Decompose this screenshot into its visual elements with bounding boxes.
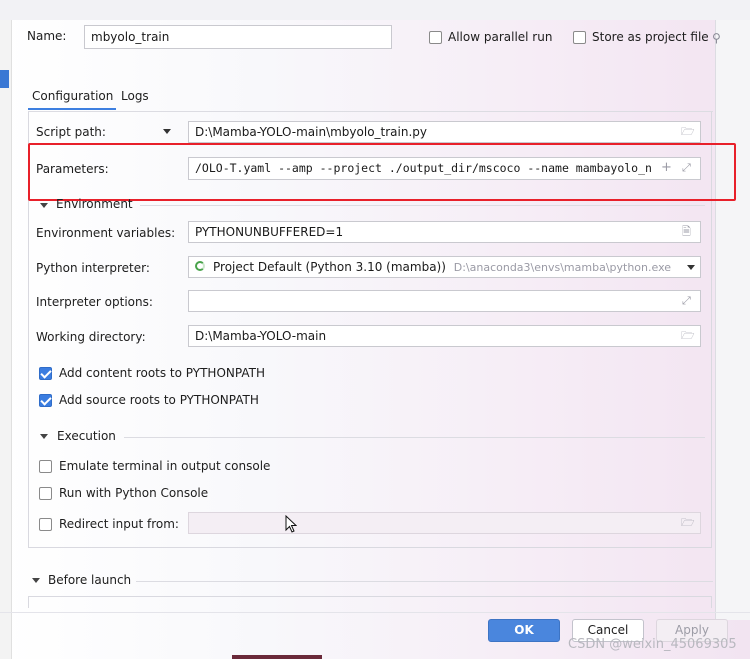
add-source-roots-label: Add source roots to PYTHONPATH xyxy=(59,393,259,407)
tab-logs[interactable]: Logs xyxy=(121,89,149,103)
selected-config-marker xyxy=(0,70,9,88)
add-content-roots-checkbox[interactable] xyxy=(39,367,52,380)
environment-variables-value: PYTHONUNBUFFERED=1 xyxy=(195,225,344,239)
execution-collapse-icon[interactable] xyxy=(40,434,48,439)
interpreter-options-label: Interpreter options: xyxy=(36,295,153,309)
footer-divider xyxy=(0,612,750,613)
environment-collapse-icon[interactable] xyxy=(40,203,48,208)
name-input[interactable]: mbyolo_train xyxy=(84,25,392,49)
store-as-project-file-checkbox[interactable] xyxy=(573,31,586,44)
store-as-project-file-label: Store as project file xyxy=(592,30,709,44)
before-launch-divider xyxy=(136,581,713,582)
search-icon[interactable]: ⚲ xyxy=(712,32,721,44)
folder-icon[interactable]: 🗁 xyxy=(681,517,695,529)
allow-parallel-run-checkbox[interactable] xyxy=(429,31,442,44)
watermark-text: CSDN @weixin_45069305 xyxy=(568,637,737,652)
run-with-python-console-label: Run with Python Console xyxy=(59,486,209,500)
script-path-type-dropdown-icon[interactable] xyxy=(163,129,171,134)
python-interpreter-label: Python interpreter: xyxy=(36,261,150,275)
expand-icon[interactable]: ⤢ xyxy=(682,295,691,307)
run-with-python-console-checkbox[interactable] xyxy=(39,487,52,500)
emulate-terminal-checkbox[interactable] xyxy=(39,460,52,473)
folder-icon[interactable]: 🗁 xyxy=(681,126,695,138)
redirect-input-field[interactable] xyxy=(188,512,701,534)
chevron-down-icon[interactable] xyxy=(687,265,695,270)
before-launch-task-list xyxy=(28,596,712,608)
script-path-value: D:\Mamba-YOLO-main\mbyolo_train.py xyxy=(195,125,428,139)
python-interpreter-path: D:\anaconda3\envs\mamba\python.exe xyxy=(453,261,672,274)
python-interpreter-value: Project Default (Python 3.10 (mamba)) xyxy=(213,260,446,274)
execution-divider xyxy=(124,437,705,438)
highlight-annotation-box xyxy=(28,143,736,201)
dialog-right-edge xyxy=(715,20,750,620)
allow-parallel-run-label: Allow parallel run xyxy=(448,30,553,44)
run-configuration-dialog: Name: mbyolo_train Allow parallel run St… xyxy=(0,0,750,659)
python-interpreter-select[interactable]: Project Default (Python 3.10 (mamba)) D:… xyxy=(188,256,701,278)
environment-variables-label: Environment variables: xyxy=(36,226,176,240)
environment-section-header[interactable]: Environment xyxy=(56,197,133,211)
add-source-roots-checkbox[interactable] xyxy=(39,394,52,407)
script-path-label: Script path: xyxy=(36,125,106,139)
execution-section-header[interactable]: Execution xyxy=(57,429,116,443)
tab-selected-underline xyxy=(28,108,116,110)
name-label: Name: xyxy=(27,29,67,43)
emulate-terminal-label: Emulate terminal in output console xyxy=(59,459,271,473)
before-launch-collapse-icon[interactable] xyxy=(32,578,40,583)
working-directory-value: D:\Mamba-YOLO-main xyxy=(195,329,327,343)
before-launch-section-header[interactable]: Before launch xyxy=(48,573,131,587)
environment-divider xyxy=(140,205,705,206)
loading-spinner-icon xyxy=(195,261,205,271)
edit-env-vars-icon[interactable]: 🗎 xyxy=(682,226,691,238)
title-bar xyxy=(0,0,750,20)
ok-button[interactable]: OK xyxy=(488,619,560,642)
redirect-input-label: Redirect input from: xyxy=(59,517,179,531)
add-content-roots-label: Add content roots to PYTHONPATH xyxy=(59,366,265,380)
script-path-input[interactable]: D:\Mamba-YOLO-main\mbyolo_train.py xyxy=(188,121,701,143)
taskbar-fragment xyxy=(232,655,322,659)
folder-icon[interactable]: 🗁 xyxy=(681,330,695,342)
working-directory-input[interactable]: D:\Mamba-YOLO-main xyxy=(188,325,701,347)
configurations-tree-edge xyxy=(0,20,12,659)
mouse-cursor-icon xyxy=(285,515,297,533)
redirect-input-checkbox[interactable] xyxy=(39,518,52,531)
tab-configuration[interactable]: Configuration xyxy=(32,89,113,103)
environment-variables-input[interactable]: PYTHONUNBUFFERED=1 xyxy=(188,221,701,243)
working-directory-label: Working directory: xyxy=(36,330,146,344)
interpreter-options-input[interactable] xyxy=(188,290,701,312)
